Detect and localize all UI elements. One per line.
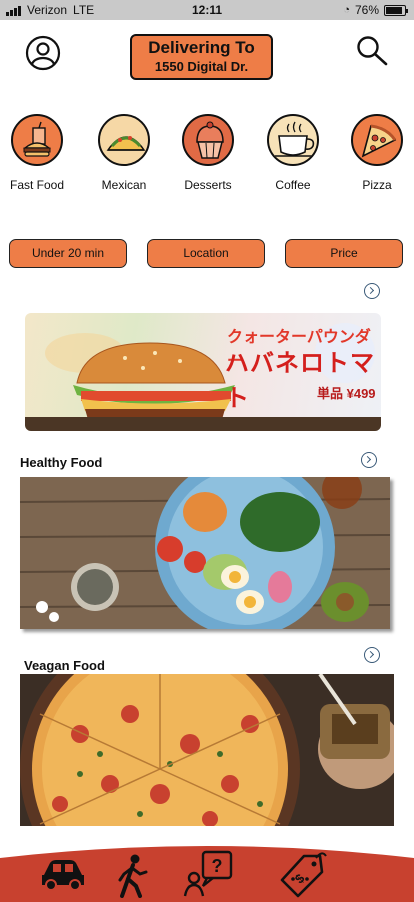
burger-drink-icon bbox=[11, 114, 63, 166]
healthy-food-image[interactable] bbox=[20, 477, 390, 629]
bottom-nav: ? $ bbox=[0, 840, 414, 902]
delivery-title: Delivering To bbox=[148, 38, 255, 57]
section-title-veagan: Veagan Food bbox=[24, 658, 105, 673]
help-chat-icon[interactable]: ? bbox=[183, 850, 235, 898]
filter-location[interactable]: Location bbox=[147, 239, 265, 268]
category-desserts[interactable]: Desserts bbox=[170, 110, 246, 192]
battery-percent: 76% bbox=[354, 3, 379, 17]
category-pizza[interactable]: Pizza bbox=[339, 110, 414, 192]
pizza-slice-icon bbox=[351, 114, 403, 166]
svg-text:?: ? bbox=[212, 856, 223, 876]
promo-price: 単品 ¥499 bbox=[317, 386, 376, 401]
category-label: Desserts bbox=[184, 178, 232, 192]
category-row: Fast Food Mexican Desserts Coffee Pizza bbox=[0, 110, 414, 200]
coffee-cup-icon bbox=[267, 114, 319, 166]
filter-price[interactable]: Price bbox=[285, 239, 403, 268]
battery-icon bbox=[384, 4, 408, 16]
chevron-right-icon[interactable] bbox=[364, 647, 380, 663]
price-tag-icon[interactable]: $ bbox=[276, 852, 328, 898]
promo-line2: ハバネロトマト bbox=[225, 350, 375, 412]
walking-person-icon[interactable] bbox=[116, 854, 150, 898]
category-mexican[interactable]: Mexican bbox=[86, 110, 162, 192]
orientation-lock-icon: ◔ bbox=[343, 4, 350, 16]
car-icon[interactable] bbox=[40, 857, 86, 891]
header: Delivering To 1550 Digital Dr. bbox=[0, 20, 414, 96]
promo-banner[interactable]: クォーターパウンダー ハバネロトマト 単品 ¥499 bbox=[25, 313, 381, 431]
delivery-address-button[interactable]: Delivering To 1550 Digital Dr. bbox=[130, 34, 273, 80]
chevron-right-icon[interactable] bbox=[361, 452, 377, 468]
search-icon[interactable] bbox=[355, 34, 389, 68]
profile-icon[interactable] bbox=[25, 35, 61, 71]
filter-under-20-min[interactable]: Under 20 min bbox=[9, 239, 127, 268]
delivery-address: 1550 Digital Dr. bbox=[154, 59, 249, 74]
status-bar: Verizon LTE 12:11 ◔ 76% bbox=[0, 0, 414, 20]
category-fast-food[interactable]: Fast Food bbox=[0, 110, 75, 192]
cupcake-icon bbox=[182, 114, 234, 166]
category-coffee[interactable]: Coffee bbox=[255, 110, 331, 192]
taco-icon bbox=[98, 114, 150, 166]
category-label: Pizza bbox=[362, 178, 392, 192]
section-title-healthy: Healthy Food bbox=[20, 455, 103, 470]
category-label: Mexican bbox=[101, 178, 147, 192]
category-label: Coffee bbox=[275, 178, 311, 192]
veagan-food-image[interactable] bbox=[20, 674, 394, 826]
category-label: Fast Food bbox=[9, 178, 65, 192]
chevron-right-icon[interactable] bbox=[364, 283, 380, 299]
